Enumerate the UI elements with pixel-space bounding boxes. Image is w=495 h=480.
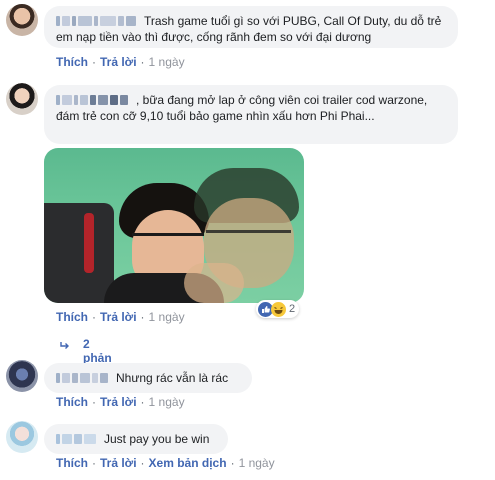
comment-bubble: Nhưng rác vẫn là rác	[44, 363, 252, 393]
reply-link[interactable]: Trả lời	[100, 55, 137, 69]
photo-person-left-glasses	[132, 233, 204, 248]
comment-bubble: Just pay you be win	[44, 424, 228, 454]
haha-reaction-icon	[271, 301, 286, 317]
separator-dot: ·	[230, 456, 235, 470]
separator-dot: ·	[140, 456, 145, 470]
reply-arrow-icon	[60, 340, 70, 354]
avatar[interactable]	[6, 421, 38, 453]
avatar[interactable]	[6, 360, 38, 392]
like-link[interactable]: Thích	[56, 310, 88, 324]
comment-text: Just pay you be win	[104, 432, 210, 446]
photo-hands	[184, 263, 244, 303]
separator-dot: ·	[92, 310, 96, 324]
avatar[interactable]	[6, 83, 38, 115]
timestamp[interactable]: 1 ngày	[149, 55, 185, 69]
comment-bubble: Trash game tuổi gì so với PUBG, Call Of …	[44, 6, 458, 48]
separator-dot: ·	[92, 395, 96, 409]
separator-dot: ·	[140, 310, 145, 324]
comment-actions: Thích · Trả lời · 1 ngày	[56, 395, 185, 409]
timestamp[interactable]: 1 ngày	[239, 456, 275, 470]
avatar[interactable]	[6, 4, 38, 36]
see-translation-link[interactable]: Xem bản dịch	[149, 456, 227, 470]
like-link[interactable]: Thích	[56, 395, 88, 409]
comment-bubble: , bữa đang mở lap ở công viên coi traile…	[44, 85, 458, 144]
like-link[interactable]: Thích	[56, 456, 88, 470]
timestamp[interactable]: 1 ngày	[149, 310, 185, 324]
author-name-redacted[interactable]	[56, 14, 138, 26]
reply-link[interactable]: Trả lời	[100, 456, 137, 470]
photo-person-right-glasses	[206, 230, 291, 243]
like-link[interactable]: Thích	[56, 55, 88, 69]
reaction-count: 2	[289, 303, 296, 315]
separator-dot: ·	[140, 55, 145, 69]
comment-text: Nhưng rác vẫn là rác	[116, 371, 229, 385]
photo-chair	[44, 203, 114, 303]
photo-chair-trim	[84, 213, 94, 273]
timestamp[interactable]: 1 ngày	[149, 395, 185, 409]
separator-dot: ·	[92, 456, 96, 470]
reply-link[interactable]: Trả lời	[100, 395, 137, 409]
separator-dot: ·	[92, 55, 96, 69]
comment-actions: Thích · Trả lời · 1 ngày	[56, 55, 185, 69]
separator-dot: ·	[140, 395, 145, 409]
author-name-redacted[interactable]	[56, 432, 98, 444]
comment-actions: Thích · Trả lời · 1 ngày	[56, 310, 185, 324]
author-name-redacted[interactable]	[56, 371, 110, 383]
author-name-redacted[interactable]	[56, 93, 130, 105]
reply-link[interactable]: Trả lời	[100, 310, 137, 324]
comment-actions: Thích · Trả lời · Xem bản dịch · 1 ngày	[56, 456, 275, 470]
reaction-summary[interactable]: 2	[256, 300, 300, 318]
comment-photo[interactable]	[44, 148, 304, 303]
